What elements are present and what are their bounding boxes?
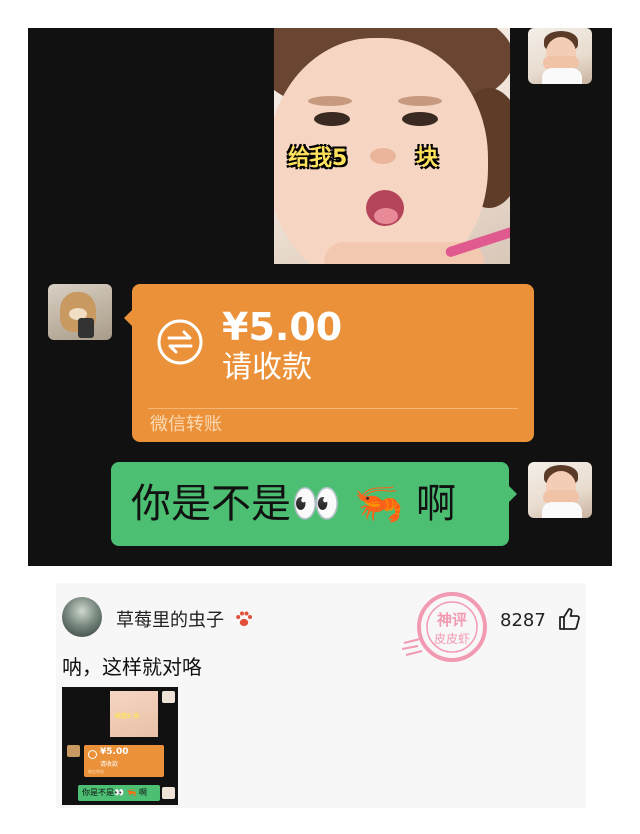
stamp-text-bottom: 皮皮虾 — [434, 632, 470, 646]
commenter-name[interactable]: 草莓里的虫子 — [116, 609, 224, 633]
reply-bubble[interactable]: 你是不是👀 🦐 啊 — [111, 462, 517, 546]
photo-caption-left: 给我5 — [288, 146, 348, 171]
chat-screenshot: 给我5 块 ¥5.00 请收款 微信转账 你是不是👀 🦐 啊 — [28, 28, 612, 566]
thumbnail-avatar-bottom — [162, 787, 175, 799]
transfer-label: 微信转账 — [150, 414, 222, 435]
photo-right-brow — [398, 96, 442, 106]
thumbnail-reply: 你是不是👀 🦐 啊 — [78, 785, 160, 801]
thumbnail-avatar-contact — [67, 745, 80, 757]
thumbnail-avatar-top — [162, 691, 175, 703]
thumbnail-amount: ¥5.00 — [100, 747, 129, 757]
thumbnail-status: 请收款 — [100, 761, 119, 768]
photo-caption-right: 块 — [416, 146, 439, 171]
thumbnail-photo: 给我5 块 — [110, 691, 158, 737]
thumbnail-transfer: ¥5.00 请收款 微信转账 — [84, 745, 164, 777]
like-count: 8287 — [500, 610, 546, 631]
thumbnail-reply-text: 你是不是👀 🦐 啊 — [82, 788, 148, 797]
paw-icon — [236, 611, 252, 627]
photo-left-brow — [308, 96, 352, 106]
thumbnail-caption: 给我5 块 — [115, 713, 140, 720]
avatar-shirt — [542, 502, 582, 518]
photo-tongue — [374, 208, 398, 224]
photo-left-eye — [314, 112, 350, 126]
commenter-avatar[interactable] — [62, 597, 102, 637]
transfer-message[interactable]: ¥5.00 请收款 微信转账 — [124, 284, 534, 442]
self-avatar-top[interactable] — [528, 28, 592, 84]
transfer-arrows-icon — [157, 319, 203, 365]
thumbnail-label: 微信转账 — [88, 769, 104, 774]
baby-photo-message[interactable]: 给我5 块 — [274, 28, 510, 264]
reply-text: 你是不是👀 🦐 啊 — [131, 481, 457, 527]
self-avatar-bottom[interactable] — [528, 462, 592, 518]
avatar-phone — [78, 318, 94, 338]
top-comment-stamp: 神评 皮皮虾 — [402, 592, 487, 662]
thumbs-up-icon[interactable] — [558, 607, 580, 631]
photo-right-eye — [402, 112, 438, 126]
transfer-amount: ¥5.00 — [222, 305, 343, 349]
transfer-divider — [148, 408, 518, 409]
avatar-shirt — [542, 68, 582, 84]
stamp-text-top: 神评 — [437, 611, 467, 629]
comment-text: 呐，这样就对咯 — [62, 655, 202, 679]
contact-avatar[interactable] — [48, 284, 112, 340]
comment-image-thumbnail[interactable]: 给我5 块 ¥5.00 请收款 微信转账 你是不是👀 🦐 啊 — [62, 687, 178, 805]
comment-card: 草莓里的虫子 神评 皮皮虾 8287 呐，这样就对咯 给我5 块 ¥5.00 请… — [56, 583, 586, 808]
thumbnail-transfer-icon — [88, 750, 97, 759]
transfer-status: 请收款 — [222, 350, 312, 385]
photo-nose — [370, 148, 396, 164]
